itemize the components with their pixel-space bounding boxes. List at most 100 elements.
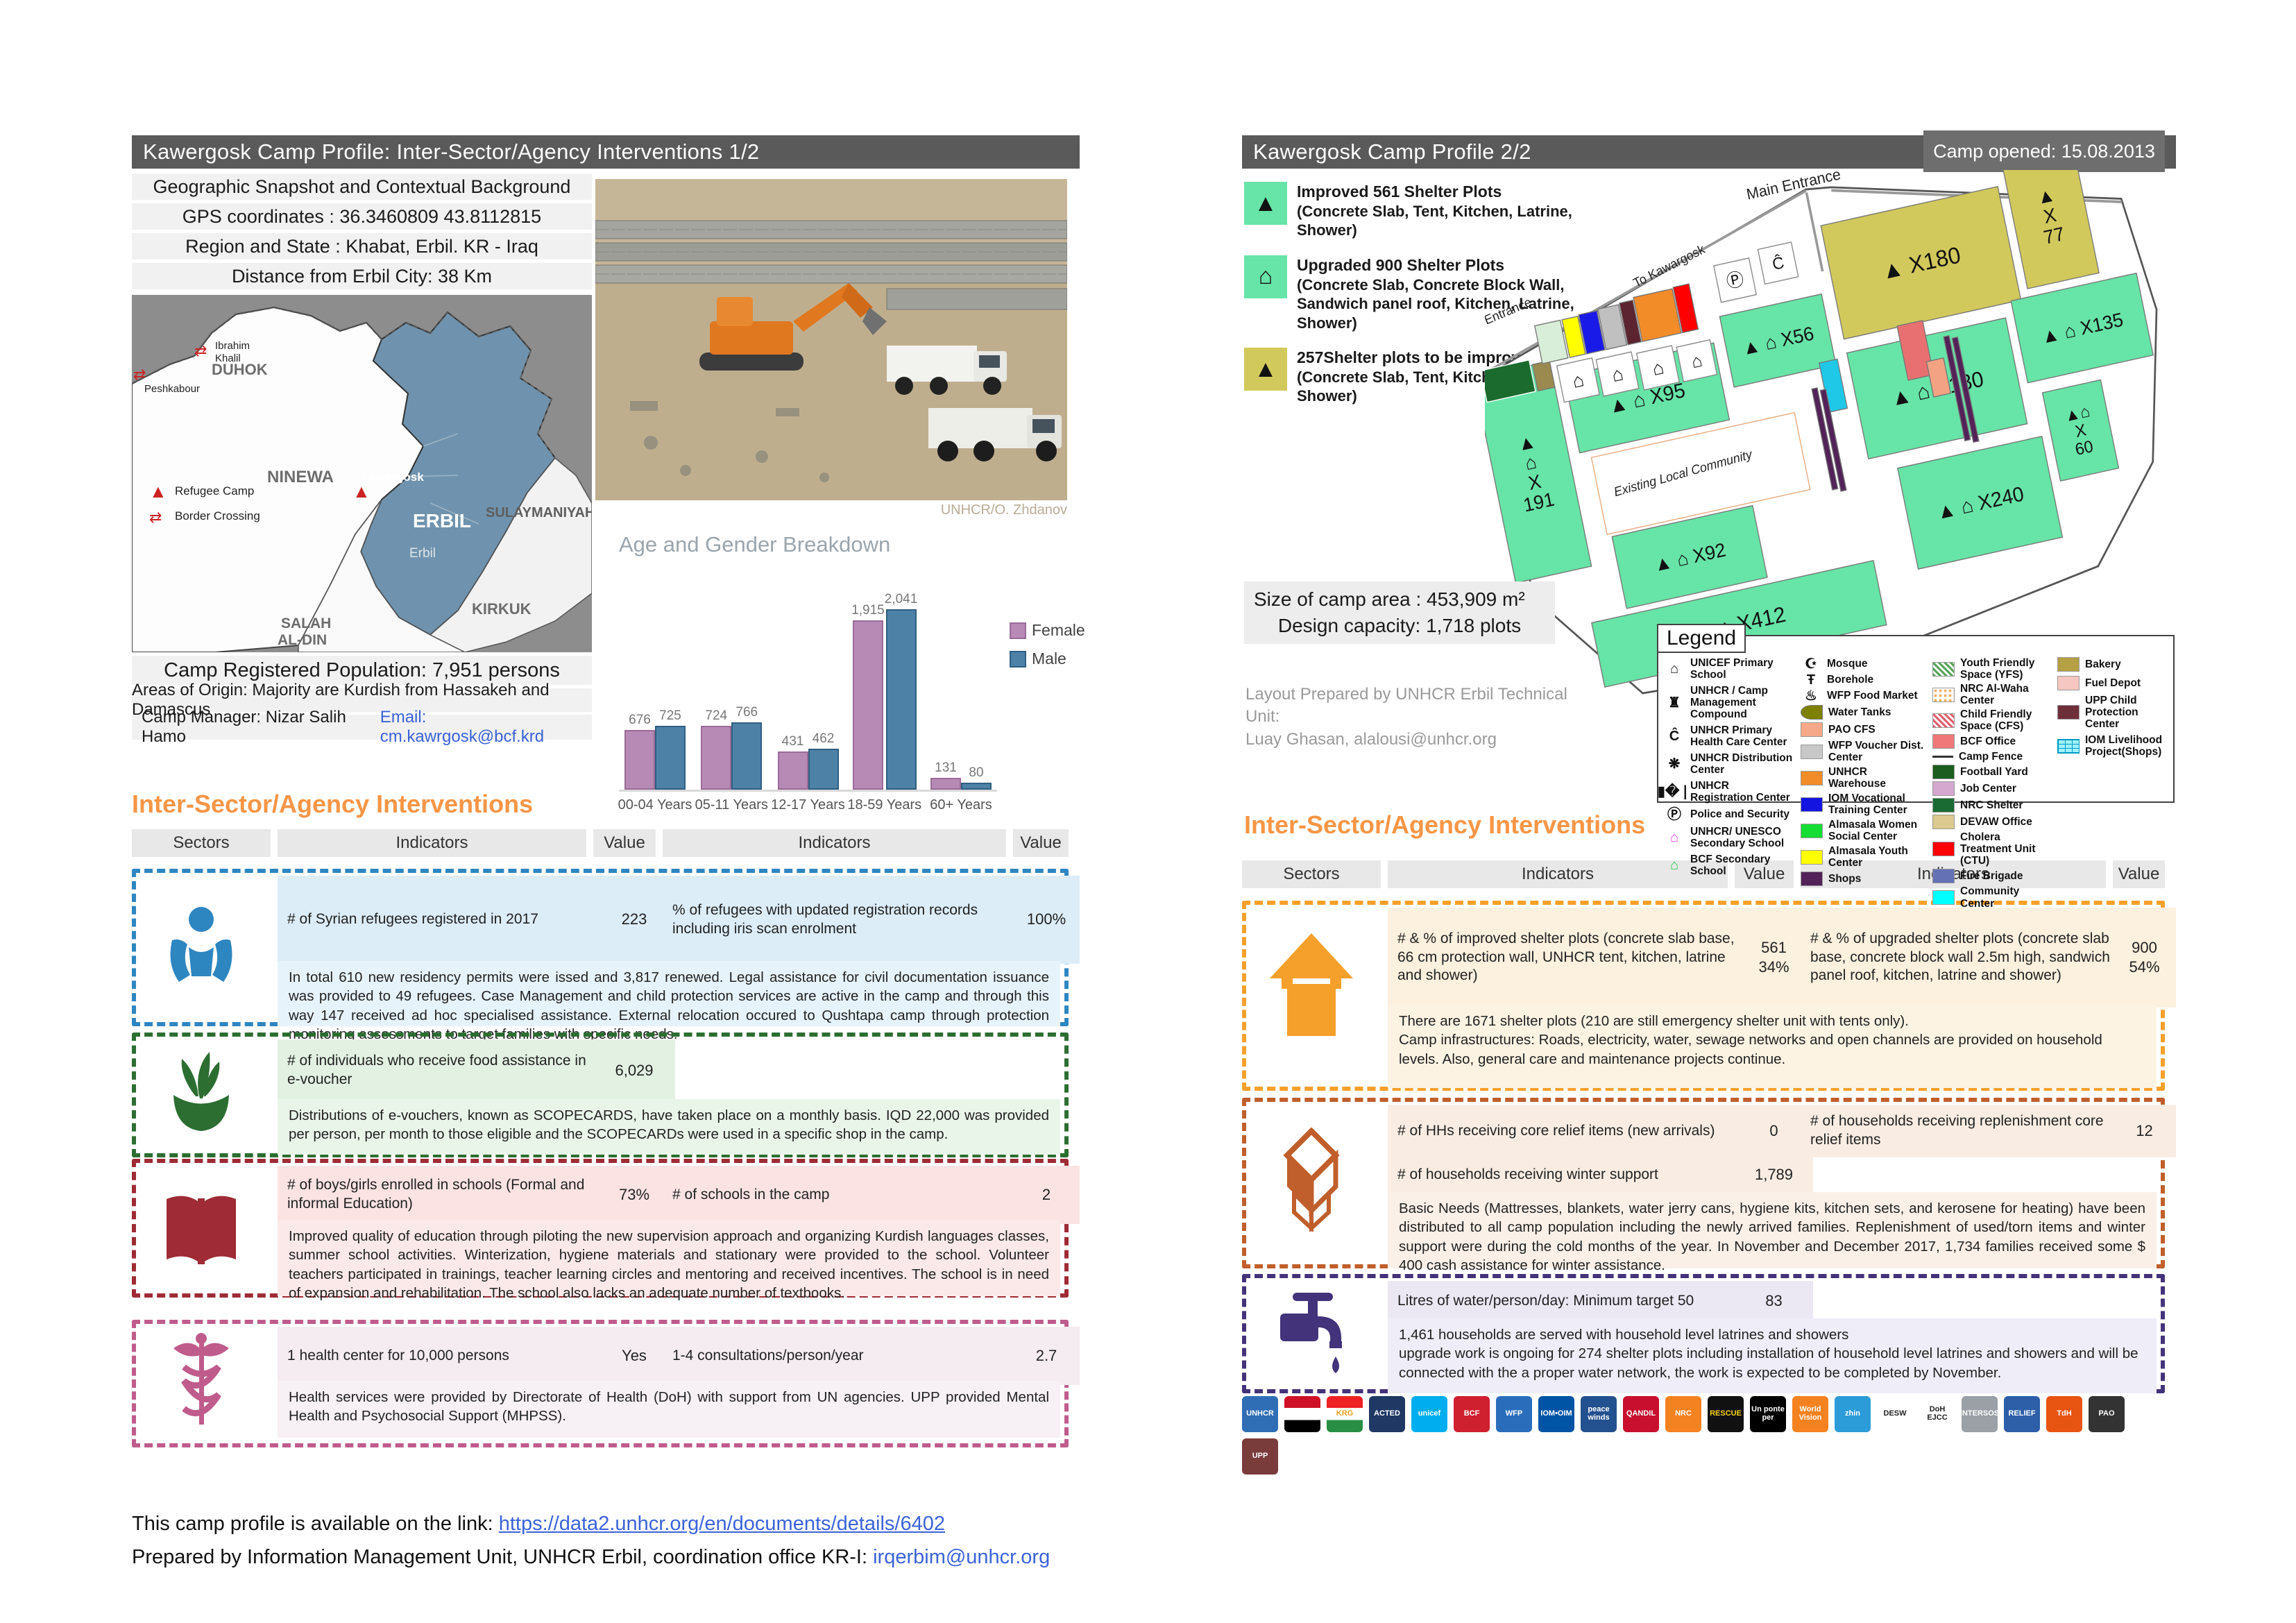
region-map: DUHOK NINEWA SULAYMANIYAH KIRKUK SALAH A… [132,295,592,652]
legend-item: Shops [1801,872,1925,886]
page2-title: Kawergosk Camp Profile 2/2 [1253,139,1531,164]
partner-logo: unicef [1411,1396,1447,1432]
legend-symbol [1932,869,1955,883]
legend-column-4: BakeryFuel DepotUPP Child Protection Cen… [2057,657,2168,758]
partner-logo: UPP [1242,1438,1278,1475]
footer-link-line: This camp profile is available on the li… [132,1513,945,1536]
partner-logo: TdH [2046,1396,2082,1432]
legend-item: WFP Voucher Dist. Center [1801,740,1925,763]
refugee-camp-marker: ▲ [352,481,371,502]
shelter-type-icon: ▲ [1244,182,1287,225]
health-icon [156,1329,246,1433]
page2-section-title: Inter-Sector/Agency Interventions [1244,810,1645,840]
info-row: Geographic Snapshot and Contextual Backg… [132,173,592,200]
region-label-sulaymaniyah: SULAYMANIYAH [486,505,592,520]
page1-section-title: Inter-Sector/Agency Interventions [132,790,533,819]
layout-credit: Layout Prepared by UNHCR Erbil Technical… [1245,683,1592,751]
legend-symbol: ♜ [1664,696,1685,709]
health-indicator-2: 1-4 consultations/person/year [663,1327,1026,1385]
wash-icon [1266,1287,1357,1377]
map-legend-box: Legend ⌂UNICEF Primary School♜UNHCR / Ca… [1657,635,2175,803]
photo-credit: UNHCR/O. Zhdanov [902,502,1067,518]
legend-item: Almasala Youth Center [1801,845,1925,869]
legend-symbol: ▮�❘ [1664,785,1685,799]
chart-legend: FemaleMale [1010,621,1085,668]
education-indicator-2: # of schools in the camp [663,1166,1026,1224]
shelter-indicator-1: # & % of improved shelter plots (concret… [1388,908,1747,1008]
legend-symbol [1801,705,1823,720]
legend-item: Camp Fence [1932,751,2054,763]
legend-item: Community Center [1932,885,2054,909]
partner-logo: UNHCR [1242,1396,1278,1432]
partner-logo: WFP [1496,1396,1532,1432]
th-sectors: Sectors [132,829,271,857]
region-label-kirkuk: KIRKUK [472,600,532,618]
legend-item: Child Friendly Space (CFS) [1932,708,2054,732]
manager-email-link[interactable]: Email: cm.kawrgosk@bcf.krd [380,708,582,747]
legend-item: NRC Shelter [1932,798,2054,813]
food-indicator-1: # of individuals who receive food assist… [278,1039,606,1102]
map-legend-camp-icon: ▲ [149,481,167,502]
legend-item: Football Yard [1932,765,2054,779]
legend-item: UPP Child Protection Center [2057,695,2168,730]
legend-symbol [1932,781,1955,796]
partner-logo: World Vision [1792,1396,1828,1432]
th-indicators-1: Indicators [278,829,586,857]
map-legend-border-label: Border Crossing [175,509,260,522]
legend-item: ⓅPolice and Security [1664,808,1794,822]
legend-item: Fire Brigade [1932,869,2054,883]
legend-item: DEVAW Office [1932,815,2054,829]
camp-photo [595,179,1067,500]
legend-item: PAO CFS [1801,722,1925,737]
basic-needs-icon [1266,1128,1357,1232]
map-legend-camp-label: Refugee Camp [175,484,254,498]
legend-symbol: Ⓟ [1664,808,1685,822]
partner-logo: PAO [2089,1396,2125,1432]
shelter-type-icon: ▲ [1244,348,1287,391]
contact-email-link[interactable]: irqerbim@unhcr.org [873,1546,1050,1568]
shelter-description: There are 1671 shelter plots (210 are st… [1388,1005,2157,1088]
legend-symbol [2057,676,2080,690]
legend-symbol [2057,739,2080,754]
wash-value-1: 83 [1735,1281,1813,1321]
legend-symbol [1801,824,1823,838]
wash-indicator-1: Litres of water/person/day: Minimum targ… [1388,1281,1747,1321]
legend-symbol: ☪ [1801,657,1821,670]
page1-title: Kawergosk Camp Profile: Inter-Sector/Age… [143,139,759,164]
partner-logo: zhin [1835,1396,1871,1432]
health-value-2: 2.7 [1013,1327,1080,1385]
legend-symbol [1932,688,1955,702]
chart-title: Age and Gender Breakdown [619,532,890,557]
legend-symbol [1932,842,1955,856]
manager-row: Camp Manager: Nizar Salih Hamo Email: cm… [132,715,592,740]
basic-needs-indicator-2: # of households receiving replenishment … [1801,1105,2125,1157]
partner-logo: peace winds [1581,1396,1617,1432]
info-row: GPS coordinates : 36.3460809 43.8112815 [132,203,592,230]
legend-item: Fuel Depot [2057,676,2168,690]
design-capacity: Design capacity: 1,718 plots [1254,615,1545,637]
legend-symbol [1932,890,1955,905]
protection-indicator-2: % of refugees with updated registration … [663,876,1026,964]
border-crossing-label-1a: Ibrahim [215,340,250,352]
legend-item: UNHCR Warehouse [1801,766,1925,790]
border-crossing-label-2: Peshkabour [144,383,200,395]
basic-needs-indicator-1: # of HHs receiving core relief items (ne… [1388,1105,1747,1157]
shelter-type-icon: ⌂ [1244,255,1287,298]
protection-description: In total 610 new residency permits were … [278,961,1060,1026]
legend-item: IOM Livelihood Project(Shops) [2057,734,2168,758]
partner-logo: ACTED [1369,1396,1405,1432]
camp-area: Size of camp area : 453,909 m² [1254,588,1545,611]
protection-indicator-1: # of Syrian refugees registered in 2017 [278,876,606,964]
partner-logo: Un ponte per [1750,1396,1786,1432]
legend-item: ♨WFP Food Market [1801,689,1925,702]
page1-title-bar: Kawergosk Camp Profile: Inter-Sector/Age… [132,135,1080,169]
legend-item: ❋UNHCR Distribution Center [1664,752,1794,776]
profile-link[interactable]: https://data2.unhcr.org/en/documents/det… [499,1513,945,1535]
legend-symbol [1801,850,1823,865]
camp-size-box: Size of camp area : 453,909 m² Design ca… [1244,581,1555,644]
legend-item: Water Tanks [1801,705,1925,720]
legend-item: NRC Al-Waha Center [1932,683,2054,706]
region-label-erbil-city: Erbil [409,546,436,561]
legend-item: ☪Mosque [1801,657,1925,670]
partner-logo: KRG [1327,1396,1363,1432]
